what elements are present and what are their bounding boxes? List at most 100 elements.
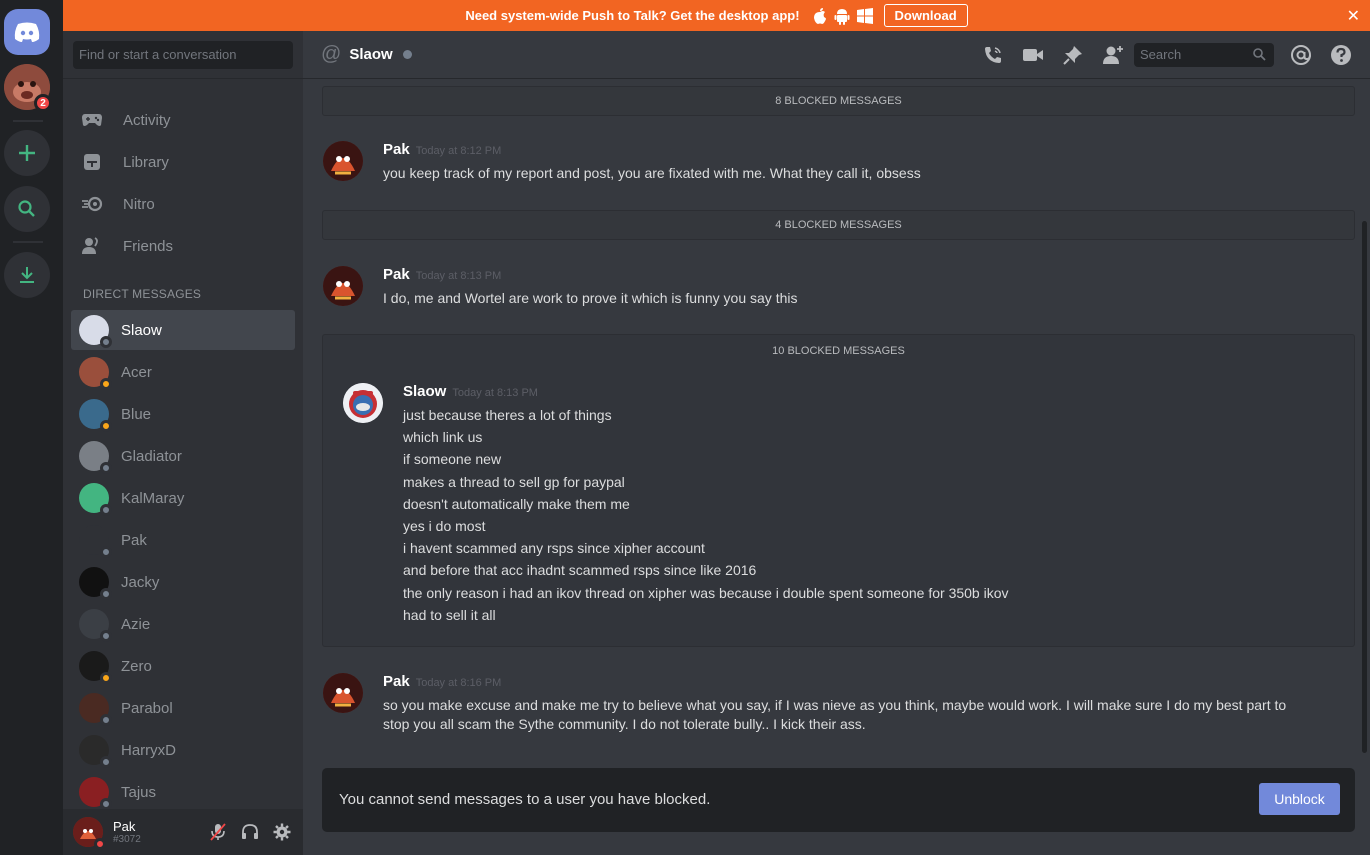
- nav-nitro[interactable]: Nitro: [71, 184, 295, 224]
- library-icon: [81, 151, 103, 173]
- discord-logo-icon: [14, 22, 40, 42]
- dm-item[interactable]: Parabol: [71, 688, 295, 728]
- message-line: yes i do most: [403, 517, 486, 534]
- download-apps-button[interactable]: [4, 252, 50, 298]
- user-status-indicator: [94, 838, 106, 850]
- search-icon: [1253, 48, 1266, 61]
- dm-item[interactable]: Azie: [71, 604, 295, 644]
- message-line: I do, me and Wortel are work to prove it…: [383, 290, 798, 306]
- status-indicator: [100, 630, 112, 642]
- home-button[interactable]: [4, 9, 50, 55]
- search-placeholder: Search: [1140, 47, 1182, 62]
- dm-avatar: [79, 567, 112, 600]
- pinned-messages-icon[interactable]: [1062, 44, 1084, 66]
- video-call-icon[interactable]: [1022, 44, 1044, 66]
- message-line: so you make excuse and make me try to be…: [383, 697, 1287, 732]
- download-button[interactable]: Download: [883, 4, 968, 27]
- dm-name: Blue: [121, 405, 152, 423]
- author-avatar[interactable]: [343, 383, 383, 423]
- dm-name: Azie: [121, 615, 151, 633]
- mentions-icon[interactable]: [1290, 44, 1312, 66]
- gamepad-icon: [81, 109, 103, 131]
- message-content: I do, me and Wortel are work to prove it…: [383, 289, 1313, 308]
- author-avatar[interactable]: [323, 141, 363, 181]
- dm-item[interactable]: KalMaray: [71, 478, 295, 518]
- message-content: you keep track of my report and post, yo…: [383, 164, 1313, 183]
- voice-call-icon[interactable]: [982, 44, 1004, 66]
- expanded-blocked-group: 10 BLOCKED MESSAGES Slaow Today at 8:13 P…: [322, 334, 1355, 647]
- message-line: doesn't automatically make them me: [403, 495, 630, 512]
- notification-badge: 2: [34, 94, 52, 112]
- status-indicator: [100, 588, 112, 600]
- status-indicator: [100, 378, 112, 390]
- dm-name: Pak: [121, 531, 147, 549]
- author-name[interactable]: Pak: [383, 266, 410, 283]
- chat-header: @ Slaow Search: [303, 31, 1370, 79]
- dm-name: Gladiator: [121, 447, 182, 465]
- user-panel: Pak #3072: [63, 809, 303, 855]
- dm-item[interactable]: Tajus: [71, 772, 295, 812]
- at-mention-icon: @: [321, 43, 342, 65]
- help-icon[interactable]: [1330, 44, 1352, 66]
- settings-gear-icon[interactable]: [273, 823, 291, 846]
- dm-item[interactable]: Blue: [71, 394, 295, 434]
- author-name[interactable]: Pak: [383, 141, 410, 158]
- blocked-composer: You cannot send messages to a user you h…: [322, 768, 1355, 832]
- close-banner-icon[interactable]: ✕: [1347, 6, 1360, 26]
- author-avatar[interactable]: [323, 266, 363, 306]
- dm-item[interactable]: Acer: [71, 352, 295, 392]
- user-avatar[interactable]: [73, 817, 106, 850]
- author-name[interactable]: Pak: [383, 673, 410, 690]
- nav-library[interactable]: Library: [71, 142, 295, 182]
- mute-microphone-icon[interactable]: [209, 823, 227, 846]
- timestamp: Today at 8:16 PM: [415, 677, 502, 689]
- dm-name: Zero: [121, 657, 152, 675]
- dm-item[interactable]: Gladiator: [71, 436, 295, 476]
- message-line: you keep track of my report and post, yo…: [383, 165, 921, 181]
- friends-icon: [81, 235, 103, 257]
- blocked-notice: You cannot send messages to a user you h…: [339, 791, 711, 808]
- direct-messages-header: DIRECT MESSAGES: [83, 287, 202, 301]
- rail-divider: [13, 241, 43, 243]
- dm-item[interactable]: Slaow: [71, 310, 295, 350]
- channel-name: Slaow: [349, 46, 393, 63]
- dm-item[interactable]: Zero: [71, 646, 295, 686]
- dm-name: Tajus: [121, 783, 157, 801]
- dm-avatar: [79, 651, 112, 684]
- nav-label: Activity: [123, 111, 171, 129]
- status-indicator: [100, 756, 112, 768]
- dm-item[interactable]: HarryxD: [71, 730, 295, 770]
- user-tag: #3072: [113, 833, 141, 845]
- search-input[interactable]: Search: [1134, 43, 1274, 67]
- header-toolbar: Search: [982, 31, 1370, 79]
- message-content: just because theres a lot of things whic…: [403, 406, 1333, 628]
- blocked-messages-bar[interactable]: 4 BLOCKED MESSAGES: [322, 210, 1355, 240]
- chat-area: @ Slaow Search 8 BLOCKED MESSAGES Pak Tod…: [303, 31, 1370, 855]
- dm-avatar: [79, 315, 112, 348]
- message-line: if someone new: [403, 451, 502, 468]
- nav-activity[interactable]: Activity: [71, 100, 295, 140]
- message-line: i havent scammed any rsps since xipher a…: [403, 540, 705, 557]
- dm-item[interactable]: Pak: [71, 520, 295, 560]
- nav-friends[interactable]: Friends: [71, 226, 295, 266]
- author-name[interactable]: Slaow: [403, 383, 446, 400]
- author-avatar[interactable]: [323, 673, 363, 713]
- apple-icon: [813, 7, 826, 24]
- dm-item[interactable]: Jacky: [71, 562, 295, 602]
- find-conversation-input[interactable]: Find or start a conversation: [73, 41, 293, 69]
- message-line: which link us: [403, 429, 483, 446]
- unblock-button[interactable]: Unblock: [1259, 783, 1340, 815]
- blocked-messages-bar[interactable]: 8 BLOCKED MESSAGES: [322, 86, 1355, 116]
- explore-servers-button[interactable]: [4, 186, 50, 232]
- android-icon: [834, 8, 850, 25]
- message-line: had to sell it all: [403, 606, 496, 623]
- blocked-group-label[interactable]: 10 BLOCKED MESSAGES: [323, 345, 1354, 357]
- headphones-icon[interactable]: [241, 823, 259, 846]
- add-friend-to-dm-icon[interactable]: [1102, 44, 1124, 66]
- user-name: Pak: [113, 818, 136, 834]
- status-dot: [402, 50, 412, 59]
- nav-label: Nitro: [123, 195, 155, 213]
- status-indicator: [100, 462, 112, 474]
- chat-scrollbar[interactable]: [1362, 221, 1367, 753]
- add-server-button[interactable]: [4, 130, 50, 176]
